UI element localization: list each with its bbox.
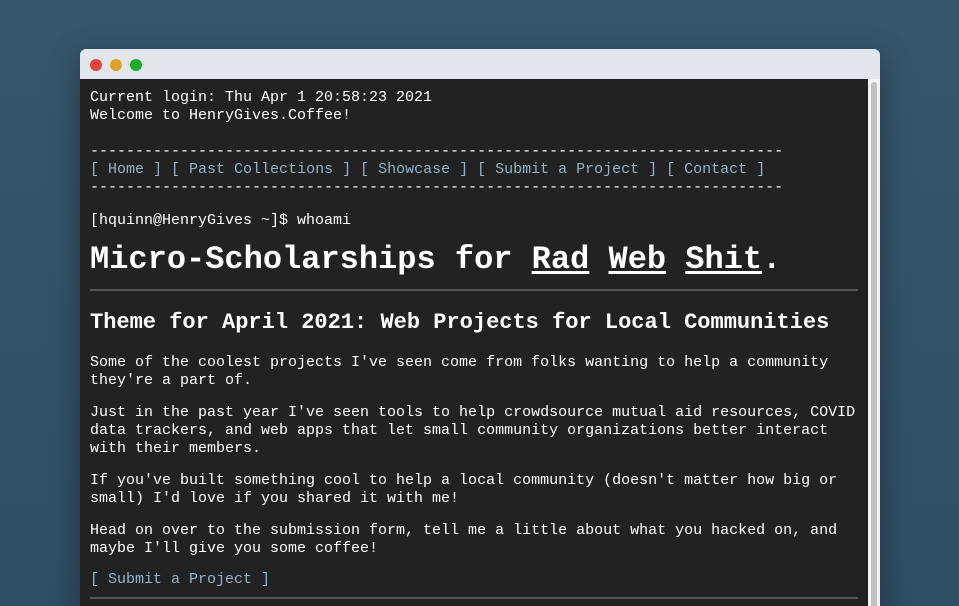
headline-divider: [90, 289, 858, 291]
paragraph-examples: Just in the past year I've seen tools to…: [90, 404, 856, 457]
nav-divider-bottom: ----------------------------------------…: [90, 179, 784, 196]
terminal-content: Current login: Thu Apr 1 20:58:23 2021 W…: [80, 79, 868, 606]
scrollbar-thumb[interactable]: [871, 82, 877, 606]
close-window-button[interactable]: [90, 59, 102, 71]
shell-prompt: [hquinn@HenryGives ~]$ whoami: [90, 212, 352, 229]
login-line: Current login: Thu Apr 1 20:58:23 2021: [90, 89, 433, 106]
nav-divider-top: ----------------------------------------…: [90, 143, 784, 160]
headline-word-rad: Rad: [531, 241, 590, 278]
submit-project-link[interactable]: [ Submit a Project ]: [90, 571, 270, 589]
minimize-window-button[interactable]: [110, 59, 122, 71]
nav-submit-project-link[interactable]: Submit a Project: [495, 161, 639, 178]
nav-home-link[interactable]: Home: [108, 161, 144, 178]
window-titlebar[interactable]: [80, 49, 880, 79]
theme-title: Theme for April 2021: Web Projects for L…: [90, 310, 830, 335]
paragraph-invite: If you've built something cool to help a…: [90, 472, 838, 507]
main-nav: [ Home ] [ Past Collections ] [ Showcase…: [90, 161, 766, 178]
footer-divider: [90, 597, 858, 599]
nav-contact-link[interactable]: Contact: [684, 161, 747, 178]
welcome-line: Welcome to HenryGives.Coffee!: [90, 107, 352, 124]
nav-past-collections-link[interactable]: Past Collections: [189, 161, 333, 178]
nav-showcase-link[interactable]: Showcase: [378, 161, 450, 178]
paragraph-intro: Some of the coolest projects I've seen c…: [90, 354, 829, 389]
headline-word-shit: Shit: [685, 241, 763, 278]
vertical-scrollbar[interactable]: [868, 79, 880, 606]
page-headline: Micro-Scholarships for Rad Web Shit.: [90, 241, 782, 278]
terminal-window: Current login: Thu Apr 1 20:58:23 2021 W…: [80, 49, 880, 606]
headline-word-web: Web: [608, 241, 667, 278]
paragraph-call-to-action: Head on over to the submission form, tel…: [90, 522, 838, 557]
maximize-window-button[interactable]: [130, 59, 142, 71]
